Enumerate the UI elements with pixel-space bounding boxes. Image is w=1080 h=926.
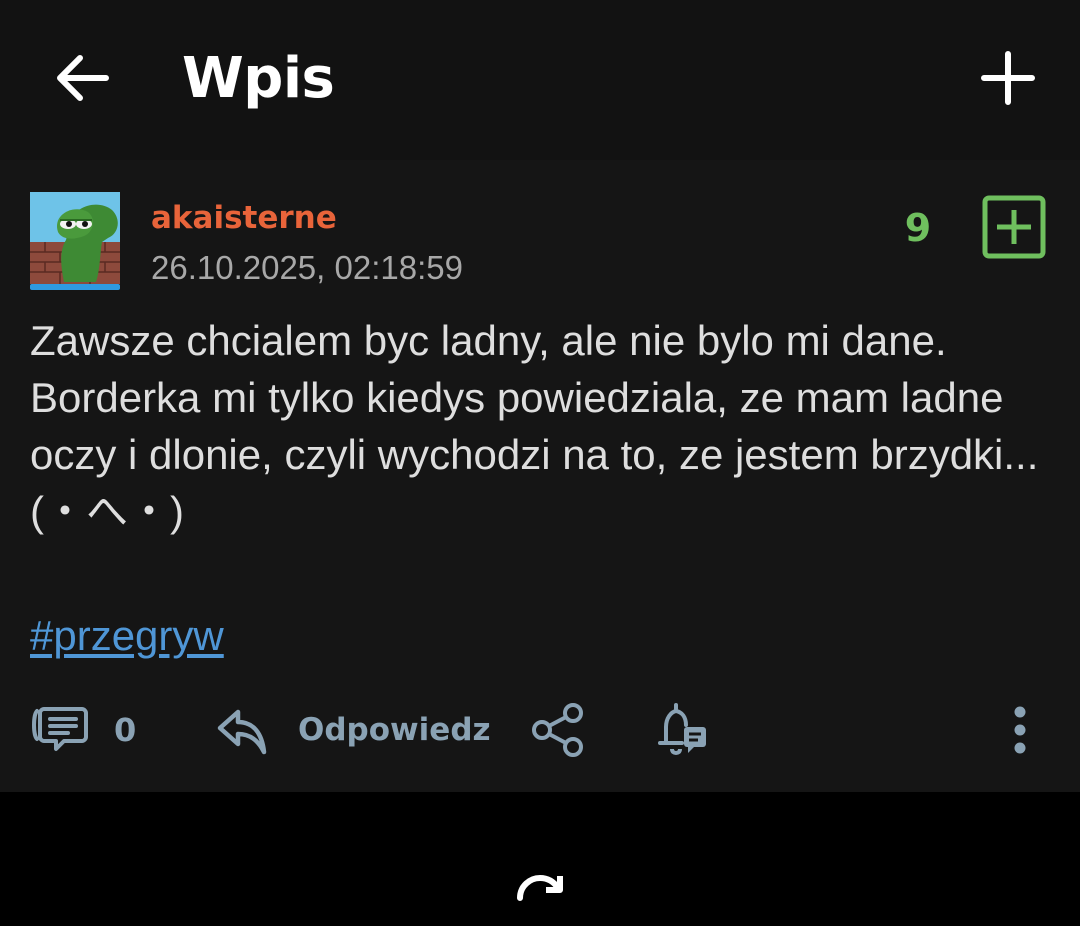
share-button[interactable] [530,698,586,762]
back-button[interactable] [40,40,124,116]
plus-icon [981,51,1035,105]
vote-count: 9 [904,206,932,250]
arrow-left-icon [57,55,109,101]
more-icon [1014,706,1026,754]
post-card: akaisterne 26.10.2025, 02:18:59 9 Zawsze… [0,160,1080,792]
page-title: Wpis [182,46,335,111]
notify-button[interactable] [654,698,710,762]
reply-icon [217,709,267,755]
post-timestamp: 26.10.2025, 02:18:59 [151,249,463,286]
comments-icon [32,707,88,751]
tag-link[interactable]: #przegryw [30,608,224,664]
author-username[interactable]: akaisterne [151,198,337,238]
add-post-button[interactable] [970,40,1046,116]
upvote-button[interactable] [982,195,1046,259]
refresh-icon[interactable] [512,870,568,926]
bell-icon [658,703,706,756]
comments-button[interactable]: 0 [30,700,136,760]
avatar[interactable] [30,192,120,290]
comments-count: 0 [114,711,137,749]
share-icon [532,703,583,757]
avatar-frog-image [30,192,120,290]
reply-label: Odpowiedz [298,712,491,748]
more-options-button[interactable] [1000,698,1040,762]
reply-button[interactable]: Odpowiedz [216,700,491,760]
post-body: Zawsze chcialem byc ladny, ale nie bylo … [30,317,1039,535]
top-app-bar: Wpis [0,0,1080,160]
plus-square-icon [982,195,1046,259]
